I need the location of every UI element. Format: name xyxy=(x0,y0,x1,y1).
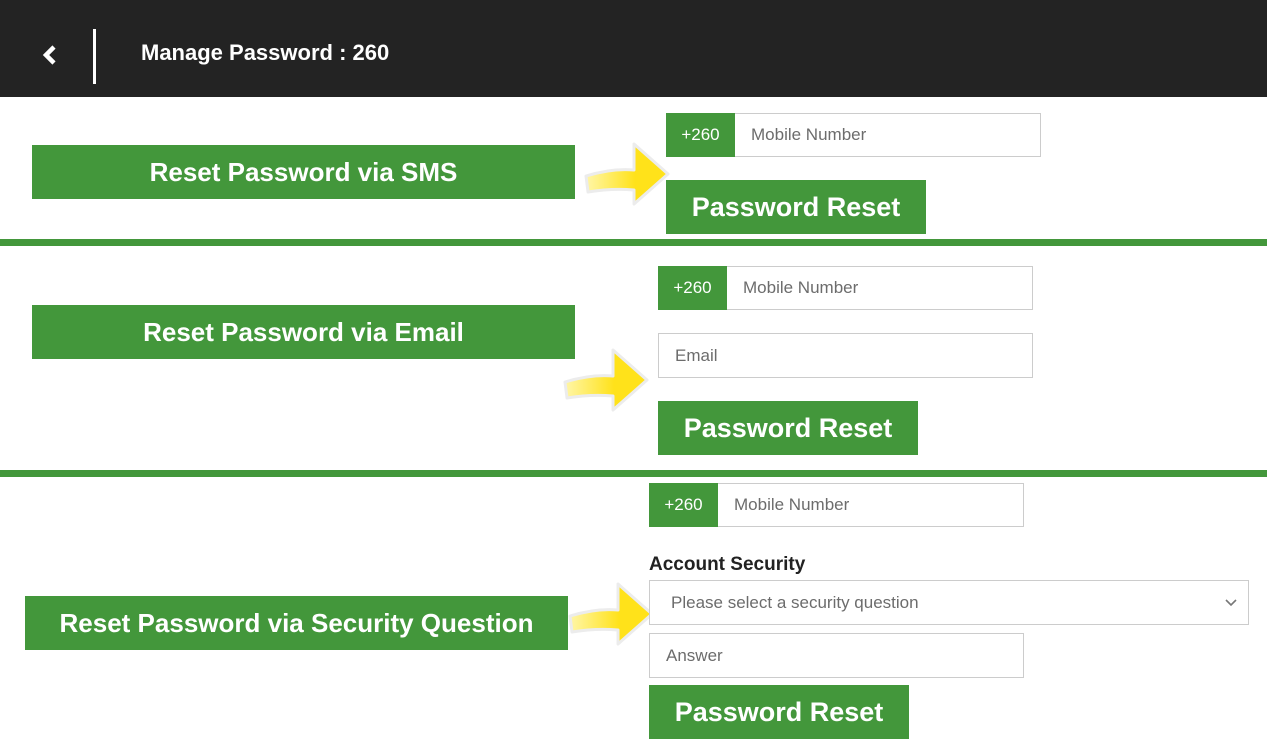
security-question-select[interactable]: Please select a security question xyxy=(649,580,1249,625)
security-mobile-group: +260 Mobile Number xyxy=(649,483,1024,527)
section-divider xyxy=(0,470,1267,477)
select-value: Please select a security question xyxy=(671,592,919,612)
mobile-number-input[interactable]: Mobile Number xyxy=(727,266,1033,310)
arrow-icon xyxy=(563,348,649,412)
security-section-label: Reset Password via Security Question xyxy=(25,596,568,650)
page-title: Manage Password : 260 xyxy=(141,40,390,65)
sms-mobile-group: +260 Mobile Number xyxy=(666,113,1041,157)
email-section-label: Reset Password via Email xyxy=(32,305,575,359)
chevron-left-icon xyxy=(42,45,56,65)
country-code: +260 xyxy=(658,266,727,310)
answer-input[interactable]: Answer xyxy=(649,633,1024,678)
arrow-icon xyxy=(584,142,670,206)
mobile-number-input[interactable]: Mobile Number xyxy=(718,483,1024,527)
country-code: +260 xyxy=(666,113,735,157)
chevron-down-icon xyxy=(1225,598,1237,606)
header-divider xyxy=(93,29,96,84)
email-mobile-group: +260 Mobile Number xyxy=(658,266,1033,310)
top-bar: Manage Password : 260 xyxy=(0,0,1267,97)
account-security-label: Account Security xyxy=(649,554,806,575)
sms-section-label: Reset Password via SMS xyxy=(32,145,575,199)
section-divider xyxy=(0,239,1267,246)
email-input[interactable]: Email xyxy=(658,333,1033,378)
mobile-number-input[interactable]: Mobile Number xyxy=(735,113,1041,157)
country-code: +260 xyxy=(649,483,718,527)
sms-password-reset-button[interactable]: Password Reset xyxy=(666,180,926,234)
arrow-icon xyxy=(568,582,654,646)
email-password-reset-button[interactable]: Password Reset xyxy=(658,401,918,455)
back-button[interactable] xyxy=(30,30,70,80)
security-password-reset-button[interactable]: Password Reset xyxy=(649,685,909,739)
